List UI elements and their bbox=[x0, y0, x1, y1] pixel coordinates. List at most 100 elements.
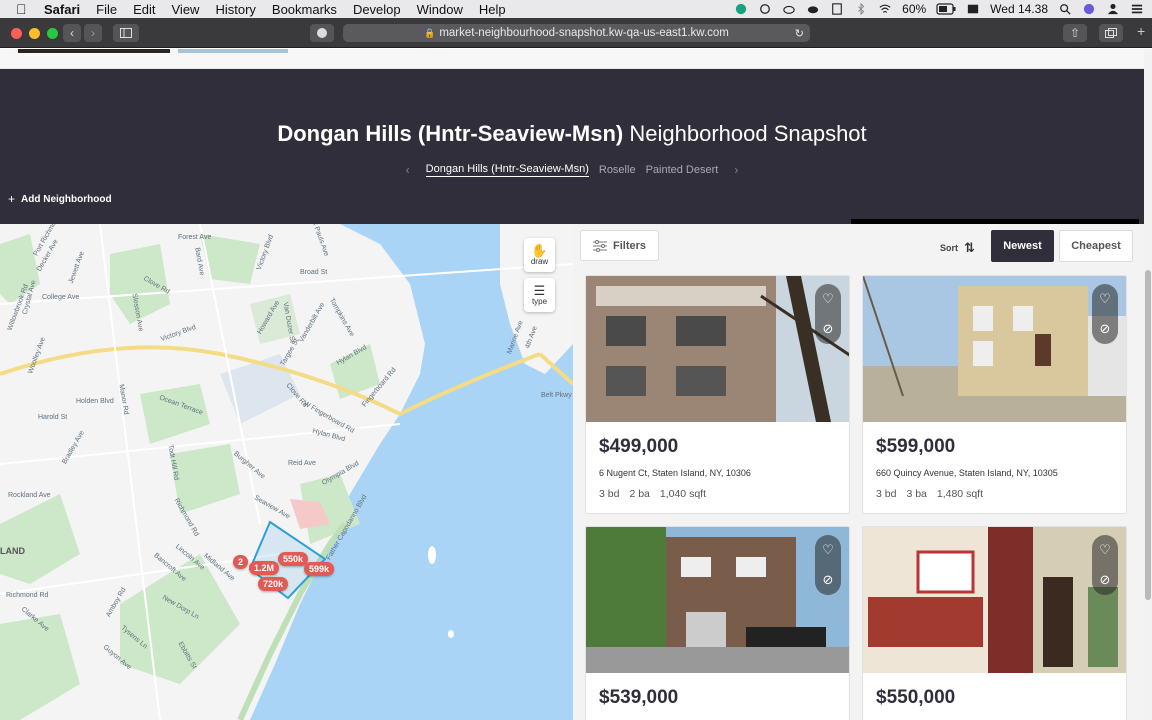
cloud-icon[interactable] bbox=[806, 3, 820, 15]
forward-button[interactable]: › bbox=[84, 24, 102, 42]
tabs-icon bbox=[1105, 28, 1117, 38]
neighborhood-tab-dongan-hills[interactable]: Dongan Hills (Hntr-Seaview-Msn) bbox=[425, 163, 589, 177]
hide-listing-icon[interactable]: ⊘ bbox=[1100, 572, 1111, 588]
reload-icon[interactable]: ↻ bbox=[795, 27, 804, 40]
tabs-overview-button[interactable] bbox=[1099, 24, 1123, 42]
listing-address[interactable]: 660 Quincy Avenue, Staten Island, NY, 10… bbox=[876, 468, 1058, 478]
hide-listing-icon[interactable]: ⊘ bbox=[1100, 321, 1111, 337]
menu-app-name[interactable]: Safari bbox=[44, 2, 80, 17]
page-scrollbar-thumb[interactable] bbox=[1145, 270, 1151, 600]
neighborhood-hero: Dongan Hills (Hntr-Seaview-Msn) Neighbor… bbox=[0, 69, 1144, 224]
street-label: Belt Pkwy bbox=[541, 392, 572, 399]
previous-content-image bbox=[178, 49, 288, 53]
user-icon[interactable] bbox=[1106, 3, 1120, 15]
filters-button[interactable]: Filters bbox=[580, 230, 659, 261]
hand-icon: ✋ bbox=[531, 243, 548, 258]
close-window-button[interactable] bbox=[11, 28, 22, 39]
price-pin[interactable]: 1.2M bbox=[249, 561, 280, 575]
map-panel[interactable]: Forest Ave Port Richmond Decker Ave Jewe… bbox=[0, 224, 573, 720]
clock[interactable]: Wed 14.38 bbox=[990, 2, 1048, 16]
listing-photo[interactable] bbox=[863, 276, 1126, 422]
listing-price: $539,000 bbox=[599, 687, 679, 708]
area-label: LAND bbox=[0, 546, 25, 556]
listing-card[interactable]: ♡ ⊘ $550,000 bbox=[862, 526, 1127, 720]
sort-cheapest-button[interactable]: Cheapest bbox=[1059, 230, 1133, 262]
price-pin[interactable]: 599k bbox=[304, 562, 335, 576]
plus-icon: + bbox=[8, 192, 16, 206]
map-type-button[interactable]: ☰ type bbox=[524, 278, 555, 312]
price-pin[interactable]: 2 bbox=[233, 555, 249, 569]
minimize-window-button[interactable] bbox=[29, 28, 40, 39]
sidebar-icon bbox=[120, 28, 132, 38]
listing-address[interactable]: 6 Nugent Ct, Staten Island, NY, 10306 bbox=[599, 468, 751, 478]
menu-view[interactable]: View bbox=[172, 2, 200, 17]
menu-develop[interactable]: Develop bbox=[353, 2, 401, 17]
share-button[interactable]: ⇧ bbox=[1063, 24, 1087, 42]
creative-cloud-icon[interactable] bbox=[758, 3, 772, 15]
menu-edit[interactable]: Edit bbox=[133, 2, 155, 17]
heart-icon[interactable]: ♡ bbox=[822, 542, 834, 558]
extension-button[interactable] bbox=[310, 24, 334, 42]
keyboard-input-icon[interactable] bbox=[966, 3, 980, 15]
price-pin[interactable]: 720k bbox=[258, 577, 289, 591]
listing-card[interactable]: ♡ ⊘ $499,000 6 Nugent Ct, Staten Island,… bbox=[585, 275, 850, 514]
heart-icon[interactable]: ♡ bbox=[1099, 291, 1111, 307]
add-neighborhood-button[interactable]: + Add Neighborhood bbox=[8, 192, 112, 206]
listing-card[interactable]: ♡ ⊘ $539,000 bbox=[585, 526, 850, 720]
neighborhood-tab-roselle[interactable]: Roselle bbox=[599, 164, 636, 176]
hide-listing-icon[interactable]: ⊘ bbox=[823, 321, 834, 337]
listing-actions: ♡ ⊘ bbox=[1092, 535, 1118, 595]
new-tab-button[interactable]: + bbox=[1137, 23, 1145, 39]
battery-icon[interactable] bbox=[936, 3, 956, 15]
heart-icon[interactable]: ♡ bbox=[822, 291, 834, 307]
chevron-right-icon[interactable]: › bbox=[734, 163, 738, 177]
map-canvas[interactable] bbox=[0, 224, 573, 720]
listing-actions: ♡ ⊘ bbox=[815, 535, 841, 595]
listing-photo[interactable] bbox=[863, 527, 1126, 673]
bluetooth-icon[interactable] bbox=[854, 3, 868, 15]
street-label: Broad St bbox=[300, 269, 328, 276]
menu-bar:  Safari File Edit View History Bookmark… bbox=[0, 0, 1152, 18]
hide-listing-icon[interactable]: ⊘ bbox=[823, 572, 834, 588]
listing-photo[interactable] bbox=[586, 276, 849, 422]
menu-bookmarks[interactable]: Bookmarks bbox=[272, 2, 337, 17]
address-bar[interactable]: 🔒 market-neighbourhood-snapshot.kw-qa-us… bbox=[343, 24, 810, 42]
grammarly-icon[interactable] bbox=[734, 3, 748, 15]
menu-window[interactable]: Window bbox=[417, 2, 463, 17]
sort-newest-button[interactable]: Newest bbox=[991, 230, 1054, 262]
chevron-left-icon[interactable]: ‹ bbox=[406, 163, 410, 177]
wifi-icon[interactable] bbox=[878, 3, 892, 15]
sort-label: Sort bbox=[940, 243, 958, 253]
siri-icon[interactable] bbox=[1082, 3, 1096, 15]
apple-icon[interactable]:  bbox=[16, 1, 30, 17]
heart-icon[interactable]: ♡ bbox=[1099, 542, 1111, 558]
battery-percent: 60% bbox=[902, 2, 927, 16]
listing-photo[interactable] bbox=[586, 527, 849, 673]
neighborhood-tab-painted-desert[interactable]: Painted Desert bbox=[646, 164, 719, 176]
sort-toggle[interactable]: Sort ⇅ bbox=[940, 240, 975, 256]
lock-icon: 🔒 bbox=[424, 27, 436, 38]
listing-card[interactable]: ♡ ⊘ $599,000 660 Quincy Avenue, Staten I… bbox=[862, 275, 1127, 514]
spotlight-search-icon[interactable] bbox=[1058, 3, 1072, 15]
notification-center-icon[interactable] bbox=[1130, 3, 1144, 15]
listing-actions: ♡ ⊘ bbox=[1092, 284, 1118, 344]
street-label: Reid Ave bbox=[288, 460, 316, 467]
page-title: Dongan Hills (Hntr-Seaview-Msn) Neighbor… bbox=[0, 121, 1144, 147]
previous-content-image bbox=[18, 49, 170, 53]
menu-file[interactable]: File bbox=[96, 2, 117, 17]
draw-tool-button[interactable]: ✋ draw bbox=[524, 238, 555, 272]
notes-icon[interactable] bbox=[830, 3, 844, 15]
back-button[interactable]: ‹ bbox=[63, 24, 81, 42]
listing-price: $550,000 bbox=[876, 687, 956, 708]
chevron-right-icon: › bbox=[91, 26, 95, 40]
menu-history[interactable]: History bbox=[215, 2, 255, 17]
cloud-sync-icon[interactable] bbox=[782, 3, 796, 15]
listing-price: $499,000 bbox=[599, 436, 679, 457]
menu-help[interactable]: Help bbox=[479, 2, 506, 17]
street-label: College Ave bbox=[42, 294, 80, 301]
zoom-window-button[interactable] bbox=[47, 28, 58, 39]
price-pin[interactable]: 550k bbox=[278, 552, 309, 566]
add-neighborhood-label: Add Neighborhood bbox=[21, 193, 112, 205]
street-label: Forest Ave bbox=[178, 234, 212, 241]
sidebar-toggle-button[interactable] bbox=[113, 24, 139, 42]
